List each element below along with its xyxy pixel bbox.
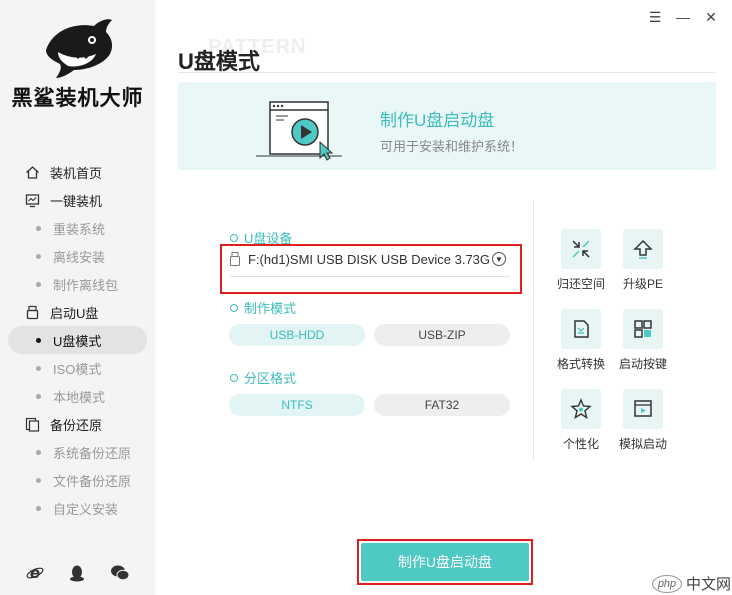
- bullet-icon: [36, 449, 41, 455]
- tool-upgrade-pe[interactable]: 升级PE: [610, 229, 676, 292]
- tool-label: 模拟启动: [618, 437, 667, 451]
- star-icon: [561, 389, 601, 429]
- partition-option-ntfs[interactable]: NTFS: [229, 394, 365, 416]
- mode-option-usb-hdd[interactable]: USB-HDD: [229, 324, 365, 346]
- sidebar-item-usb-mode[interactable]: U盘模式: [8, 326, 147, 354]
- watermark: php 中文网: [652, 573, 731, 594]
- mode-option-usb-zip[interactable]: USB-ZIP: [374, 324, 510, 346]
- mode-section-label: 制作模式: [230, 298, 296, 317]
- sidebar-item-label: 本地模式: [53, 389, 106, 405]
- partition-label-text: 分区格式: [244, 371, 297, 386]
- backup-icon: [24, 416, 40, 432]
- bullet-icon: [36, 253, 41, 259]
- ie-browser-icon[interactable]: e: [24, 562, 46, 584]
- minimize-icon[interactable]: —: [676, 9, 690, 25]
- keys-icon: [623, 309, 663, 349]
- tool-format-convert[interactable]: 格式转换: [548, 309, 614, 372]
- tool-label: 归还空间: [556, 277, 605, 291]
- shark-logo-icon: [46, 19, 113, 78]
- title-divider: [178, 72, 716, 73]
- sidebar-item-boot-usb[interactable]: 启动U盘: [0, 298, 155, 326]
- shrink-icon: [561, 229, 601, 269]
- banner: 制作U盘启动盘 可用于安装和维护系统！: [178, 82, 716, 170]
- sidebar-item-label: 备份还原: [50, 417, 103, 433]
- tool-reclaim-space[interactable]: 归还空间: [548, 229, 614, 292]
- bullet-icon: [36, 393, 41, 399]
- sidebar-item-label: U盘模式: [53, 333, 102, 349]
- sidebar-item-label: 自定义安装: [53, 501, 119, 517]
- banner-title: 制作U盘启动盘: [380, 111, 495, 130]
- section-ring-icon: [230, 233, 238, 242]
- php-logo-icon: php: [652, 574, 682, 593]
- sidebar-item-label: ISO模式: [53, 361, 102, 377]
- sidebar-item-custom-install[interactable]: 自定义安装: [0, 494, 155, 522]
- device-underline: [230, 276, 510, 277]
- section-ring-icon: [230, 303, 238, 312]
- banner-subtitle: 可用于安装和维护系统！: [380, 139, 524, 154]
- make-usb-boot-button[interactable]: 制作U盘启动盘: [361, 543, 529, 581]
- brand-name: 黑鲨装机大师: [11, 87, 144, 110]
- sidebar-item-label: 系统备份还原: [53, 445, 132, 461]
- mode-label-text: 制作模式: [244, 301, 297, 316]
- tools-divider: [533, 200, 534, 460]
- wechat-icon[interactable]: [109, 562, 131, 584]
- convert-icon: [561, 309, 601, 349]
- sidebar-item-iso-mode[interactable]: ISO模式: [0, 354, 155, 382]
- bullet-icon: [36, 477, 41, 483]
- sidebar-item-label: 制作离线包: [53, 277, 119, 293]
- svg-text:e: e: [30, 564, 40, 582]
- partition-section-label: 分区格式: [230, 368, 296, 387]
- sidebar-item-backup-restore[interactable]: 备份还原: [0, 410, 155, 438]
- sidebar: 黑鲨装机大师 装机首页 一键装机 重装系统 离线安装 制作离线包 启动U盘 U盘…: [0, 0, 155, 595]
- partition-option-fat32[interactable]: FAT32: [374, 394, 510, 416]
- sidebar-item-home[interactable]: 装机首页: [0, 158, 155, 186]
- sidebar-nav: 装机首页 一键装机 重装系统 离线安装 制作离线包 启动U盘 U盘模式 ISO模…: [0, 158, 155, 522]
- sidebar-footer: e: [0, 562, 155, 584]
- window-controls: ☰ — ✕: [648, 9, 718, 26]
- qq-penguin-icon[interactable]: [66, 562, 88, 584]
- sidebar-item-file-backup[interactable]: 文件备份还原: [0, 466, 155, 494]
- monitor-icon: [24, 192, 40, 208]
- logo: 黑鲨装机大师: [0, 0, 155, 120]
- sidebar-item-system-backup[interactable]: 系统备份还原: [0, 438, 155, 466]
- sidebar-item-label: 启动U盘: [50, 305, 99, 321]
- bullet-icon: [36, 225, 41, 231]
- sidebar-item-offline-install[interactable]: 离线安装: [0, 242, 155, 270]
- sidebar-item-label: 装机首页: [50, 165, 103, 181]
- sidebar-item-label: 离线安装: [53, 249, 106, 265]
- sidebar-item-label: 一键装机: [50, 193, 103, 209]
- tool-personalize[interactable]: 个性化: [548, 389, 614, 452]
- usb-video-illustration-icon: [256, 101, 342, 161]
- sidebar-item-label: 文件备份还原: [53, 473, 132, 489]
- watermark-text: 中文网: [686, 576, 732, 593]
- sidebar-item-reinstall-system[interactable]: 重装系统: [0, 214, 155, 242]
- sidebar-item-make-offline-package[interactable]: 制作离线包: [0, 270, 155, 298]
- tool-boot-keys[interactable]: 启动按键: [610, 309, 676, 372]
- sidebar-item-one-click-install[interactable]: 一键装机: [0, 186, 155, 214]
- usb-device-select[interactable]: F:(hd1)SMI USB DISK USB Device 3.73GB ▼: [230, 248, 510, 270]
- bullet-icon: [36, 281, 41, 287]
- tool-label: 升级PE: [622, 277, 663, 291]
- tool-simulate-boot[interactable]: 模拟启动: [610, 389, 676, 452]
- home-icon: [24, 164, 40, 180]
- sidebar-item-local-mode[interactable]: 本地模式: [0, 382, 155, 410]
- usb-drive-icon: [230, 252, 242, 266]
- menu-icon[interactable]: ☰: [648, 9, 662, 25]
- tool-label: 个性化: [562, 437, 599, 451]
- usb-device-value: F:(hd1)SMI USB DISK USB Device 3.73GB: [248, 251, 490, 267]
- bullet-icon: [36, 505, 41, 511]
- close-icon[interactable]: ✕: [704, 9, 718, 25]
- bullet-icon: [36, 365, 41, 371]
- bullet-icon: [36, 337, 41, 343]
- simulate-icon: [623, 389, 663, 429]
- sidebar-item-label: 重装系统: [53, 221, 106, 237]
- section-ring-icon: [230, 373, 238, 382]
- usb-icon: [24, 304, 40, 320]
- chevron-down-icon[interactable]: ▼: [492, 252, 506, 266]
- tool-label: 启动按键: [618, 357, 667, 371]
- tool-label: 格式转换: [556, 357, 605, 371]
- upgrade-icon: [623, 229, 663, 269]
